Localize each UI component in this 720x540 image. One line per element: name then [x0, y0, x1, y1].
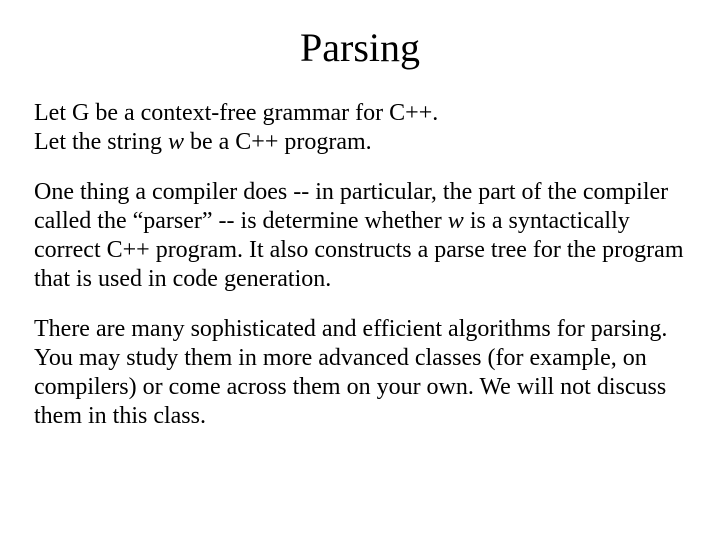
closing-paragraph: There are many sophisticated and efficie… — [34, 315, 686, 432]
variable-w-2: w — [448, 208, 464, 234]
intro-paragraph: Let G be a context-free grammar for C++.… — [34, 99, 686, 158]
parser-paragraph: One thing a compiler does -- in particul… — [34, 178, 686, 295]
variable-w: w — [168, 129, 184, 155]
slide-title: Parsing — [34, 24, 686, 71]
intro-line-2-pre: Let the string — [34, 129, 168, 155]
intro-line-1: Let G be a context-free grammar for C++. — [34, 100, 438, 126]
intro-line-2-post: be a C++ program. — [184, 129, 372, 155]
slide: Parsing Let G be a context-free grammar … — [0, 0, 720, 540]
